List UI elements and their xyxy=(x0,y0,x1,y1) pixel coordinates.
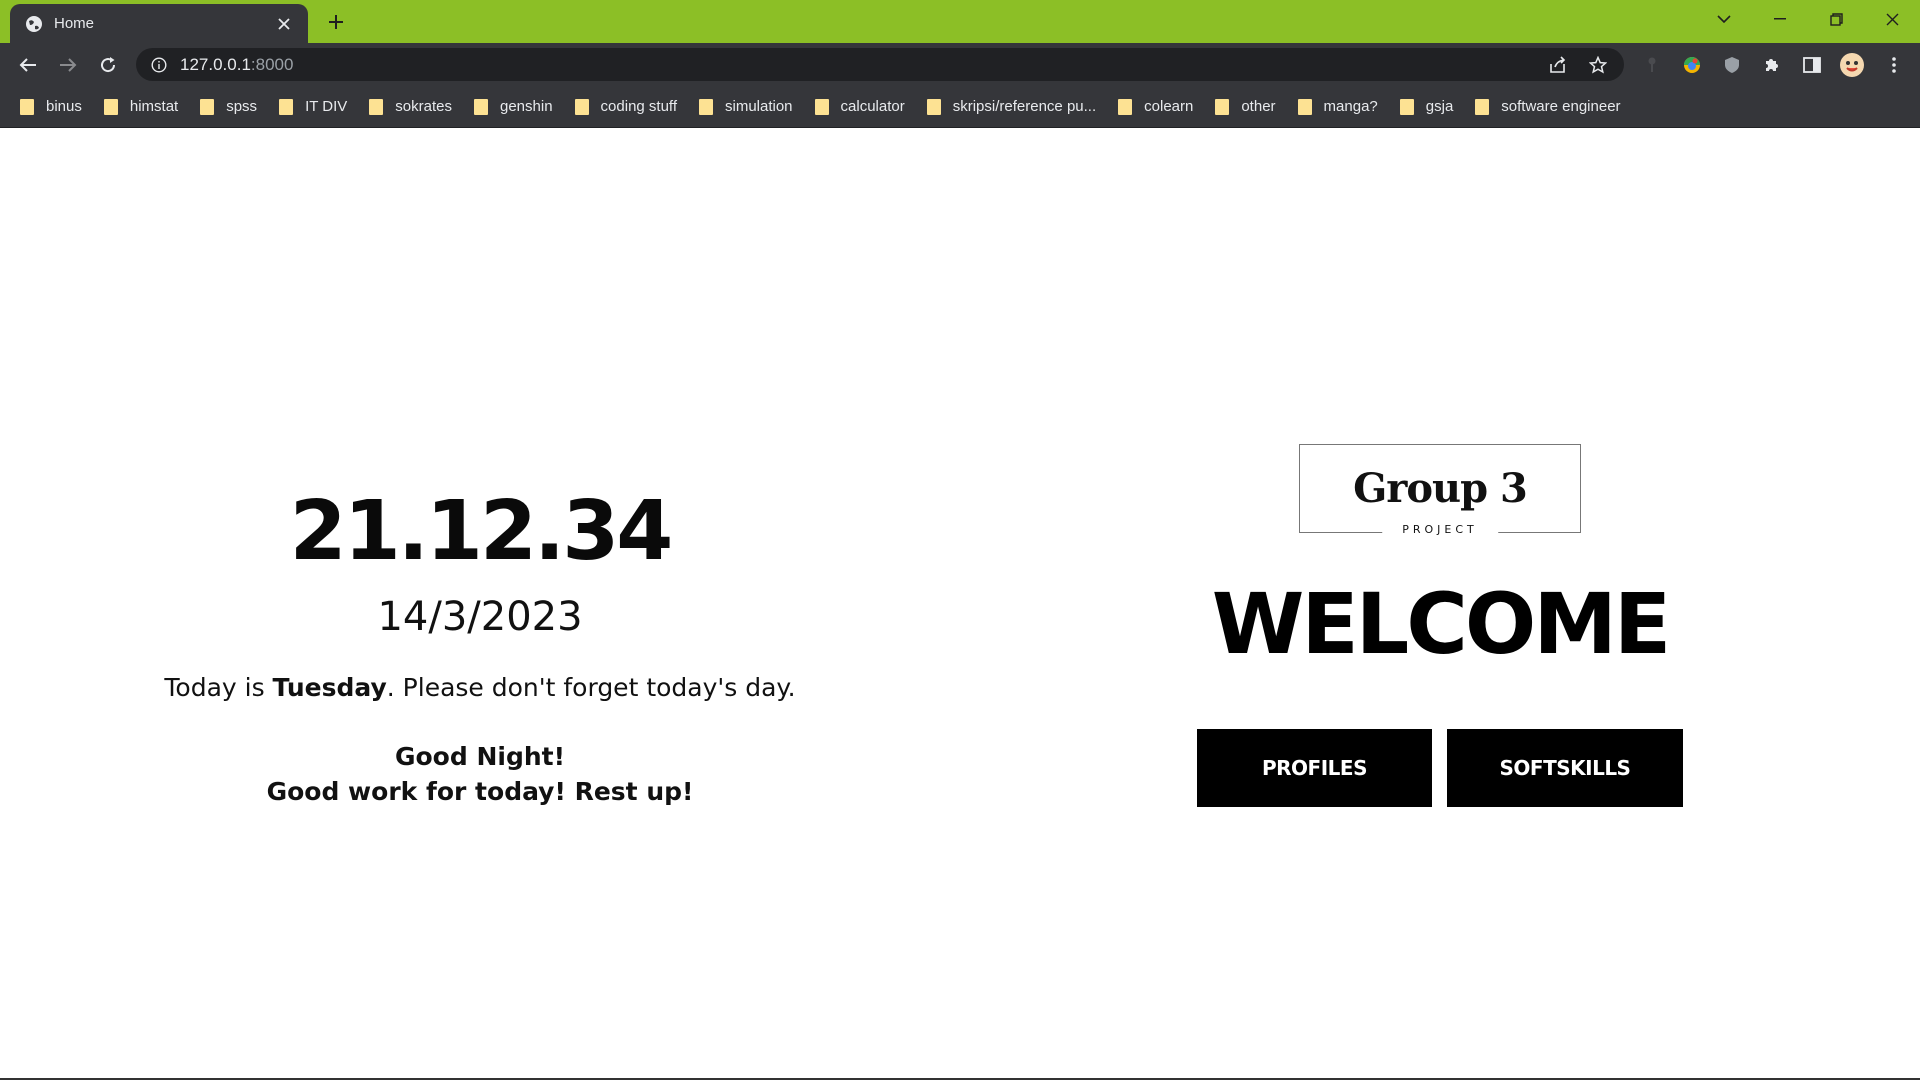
bookmark-label: gsja xyxy=(1425,98,1454,115)
profiles-button[interactable]: PROFILES xyxy=(1197,729,1432,807)
page-content: 21.12.34 14/3/2023 Today is Tuesday. Ple… xyxy=(0,129,1920,1080)
bookmark-label: simulation xyxy=(725,98,793,115)
minimize-button[interactable] xyxy=(1752,0,1808,38)
bookmark-label: colearn xyxy=(1144,98,1194,115)
bookmark-genshin[interactable]: genshin xyxy=(474,92,561,122)
bookmark-colearn[interactable]: colearn xyxy=(1118,92,1201,122)
logo-subtitle: PROJECT xyxy=(1382,523,1498,536)
bookmark-gsja[interactable]: gsja xyxy=(1399,92,1462,122)
bookmark-label: coding stuff xyxy=(600,98,677,115)
bookmark-label: sokrates xyxy=(395,98,452,115)
browser-tab-home[interactable]: Home xyxy=(10,4,308,43)
shield-extension-icon[interactable] xyxy=(1716,49,1748,81)
back-button[interactable] xyxy=(12,49,44,81)
extensions-puzzle-icon[interactable] xyxy=(1756,49,1788,81)
bookmark-binus[interactable]: binus xyxy=(20,92,90,122)
bookmark-label: himstat xyxy=(129,98,179,115)
folder-icon xyxy=(474,98,488,115)
bookmark-software-engineer[interactable]: software engineer xyxy=(1475,92,1628,122)
greeting-line-1: Good Night! xyxy=(394,742,565,771)
current-date: 14/3/2023 xyxy=(377,594,583,640)
bookmarks-bar: binus himstat spss IT DIV sokrates gensh… xyxy=(0,86,1920,128)
bookmark-sokrates[interactable]: sokrates xyxy=(369,92,460,122)
day-name: Tuesday xyxy=(272,673,387,702)
bookmark-label: software engineer xyxy=(1501,98,1621,115)
folder-icon xyxy=(103,98,118,115)
globe-icon xyxy=(24,14,43,33)
softskills-button[interactable]: SOFTSKILLS xyxy=(1447,729,1683,807)
restore-button[interactable] xyxy=(1808,0,1864,38)
bookmark-label: spss xyxy=(226,98,258,115)
bookmark-label: calculator xyxy=(840,98,905,115)
tab-search-chevron-icon[interactable] xyxy=(1696,0,1752,38)
folder-icon xyxy=(814,98,829,115)
folder-icon xyxy=(1215,98,1230,115)
bookmark-label: genshin xyxy=(500,98,553,115)
bookmark-it-div[interactable]: IT DIV xyxy=(279,92,355,122)
forward-button[interactable] xyxy=(52,49,84,81)
bookmark-himstat[interactable]: himstat xyxy=(103,92,186,122)
logo-title: Group 3 xyxy=(1353,465,1528,512)
bookmark-skripsi[interactable]: skripsi/reference pu... xyxy=(926,92,1104,122)
bookmark-coding-stuff[interactable]: coding stuff xyxy=(574,92,685,122)
bookmark-simulation[interactable]: simulation xyxy=(699,92,801,122)
new-tab-button[interactable] xyxy=(322,9,350,35)
bookmark-label: manga? xyxy=(1323,98,1378,115)
day-message: Today is Tuesday. Please don't forget to… xyxy=(0,673,960,702)
folder-icon xyxy=(1118,98,1133,115)
folder-icon xyxy=(1475,98,1490,115)
folder-icon xyxy=(1297,98,1312,115)
address-bar[interactable]: 127.0.0.1:8000 xyxy=(136,48,1624,81)
greeting-line-2: Good work for today! Rest up! xyxy=(266,777,694,806)
welcome-heading: WELCOME xyxy=(1211,575,1672,673)
clock-time: 21.12.34 xyxy=(289,484,674,579)
profile-avatar[interactable] xyxy=(1836,49,1868,81)
bookmark-spss[interactable]: spss xyxy=(200,92,265,122)
bookmark-label: binus xyxy=(46,98,82,115)
folder-icon xyxy=(20,98,34,115)
share-icon[interactable] xyxy=(1544,51,1572,79)
browser-titlebar: Home xyxy=(0,0,1920,43)
folder-icon xyxy=(699,98,713,115)
kebab-menu-icon[interactable] xyxy=(1878,49,1910,81)
folder-icon xyxy=(369,98,384,115)
browser-toolbar: 127.0.0.1:8000 xyxy=(0,43,1920,86)
bookmark-label: IT DIV xyxy=(305,98,348,115)
bookmark-manga[interactable]: manga? xyxy=(1297,92,1386,122)
folder-icon xyxy=(1399,98,1414,115)
folder-icon xyxy=(279,98,294,115)
bookmark-star-icon[interactable] xyxy=(1584,51,1612,79)
key-extension-icon[interactable] xyxy=(1636,49,1668,81)
window-controls xyxy=(1696,0,1920,38)
site-info-icon[interactable] xyxy=(150,56,168,74)
omnibox-actions xyxy=(1544,48,1612,81)
close-window-button[interactable] xyxy=(1864,0,1920,38)
tab-close-icon[interactable] xyxy=(274,14,294,34)
bookmark-label: other xyxy=(1241,98,1276,115)
bookmark-other[interactable]: other xyxy=(1215,92,1283,122)
bookmark-label: skripsi/reference pu... xyxy=(952,98,1097,115)
url-host: 127.0.0.1 xyxy=(180,54,251,74)
folder-icon xyxy=(926,98,941,115)
url-port: :8000 xyxy=(250,54,294,74)
url-text: 127.0.0.1:8000 xyxy=(180,55,293,75)
greeting: Good Night! Good work for today! Rest up… xyxy=(0,739,960,809)
clock-panel: 21.12.34 14/3/2023 Today is Tuesday. Ple… xyxy=(0,129,960,1080)
bookmark-calculator[interactable]: calculator xyxy=(814,92,913,122)
folder-icon xyxy=(200,98,215,115)
group-logo: Group 3 PROJECT xyxy=(1299,444,1581,536)
reload-button[interactable] xyxy=(92,49,124,81)
day-suffix: . Please don't forget today's day. xyxy=(386,673,796,702)
day-prefix: Today is xyxy=(164,673,273,702)
tab-title: Home xyxy=(54,15,95,32)
side-panel-icon[interactable] xyxy=(1796,49,1828,81)
colorful-extension-icon[interactable] xyxy=(1676,49,1708,81)
folder-icon xyxy=(574,98,589,115)
